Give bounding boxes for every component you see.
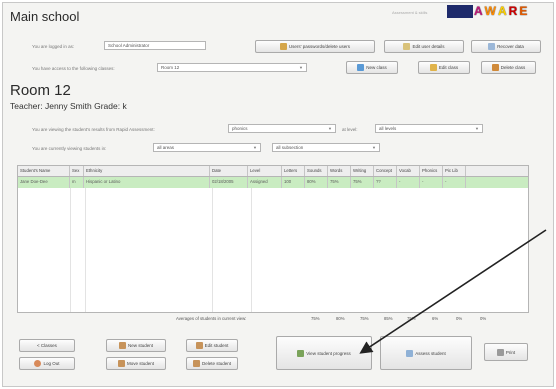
callout-arrow <box>359 229 547 354</box>
